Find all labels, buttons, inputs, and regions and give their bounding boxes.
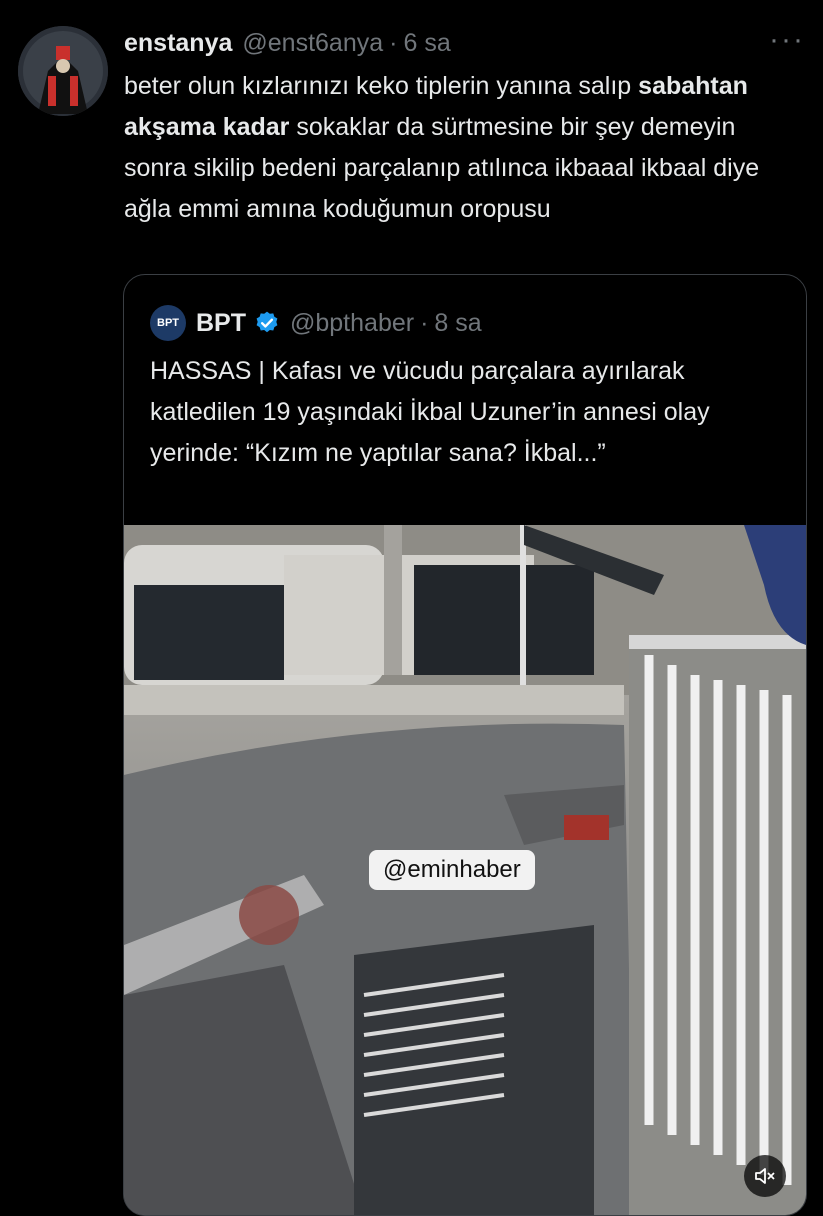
- quoted-tweet[interactable]: BPT BPT @bpthaber · 8 sa HASSAS | Kafası…: [123, 274, 807, 1216]
- tweet-text-part1: beter olun kızlarınızı keko tiplerin yan…: [124, 72, 639, 100]
- timestamp[interactable]: 6 sa: [403, 29, 450, 58]
- quote-timestamp[interactable]: 8 sa: [434, 309, 481, 338]
- user-handle[interactable]: @enst6anya: [242, 29, 383, 58]
- quote-display-name[interactable]: BPT: [196, 309, 246, 338]
- display-name[interactable]: enstanya: [124, 29, 232, 58]
- tweet-header: enstanya @enst6anya · 6 sa: [124, 26, 803, 60]
- speaker-muted-glyph: [755, 1168, 775, 1184]
- user-avatar[interactable]: [18, 26, 108, 116]
- quote-separator-dot: ·: [420, 308, 429, 337]
- avatar-image: [18, 26, 108, 116]
- quote-text: HASSAS | Kafası ve vücudu parçalara ayır…: [150, 357, 710, 467]
- quote-handle[interactable]: @bpthaber: [290, 309, 414, 338]
- tweet-text: beter olun kızlarınızı keko tiplerin yan…: [124, 66, 804, 230]
- video-watermark: @eminhaber: [369, 850, 535, 890]
- speaker-muted-icon[interactable]: [744, 1155, 786, 1197]
- quote-header: BPT BPT @bpthaber · 8 sa: [150, 305, 482, 341]
- separator-dot: ·: [389, 28, 398, 57]
- verified-badge-icon: [256, 311, 278, 333]
- ellipsis-icon[interactable]: ···: [769, 25, 805, 55]
- quote-avatar[interactable]: BPT: [150, 305, 186, 341]
- video-player[interactable]: @eminhaber: [124, 525, 806, 1215]
